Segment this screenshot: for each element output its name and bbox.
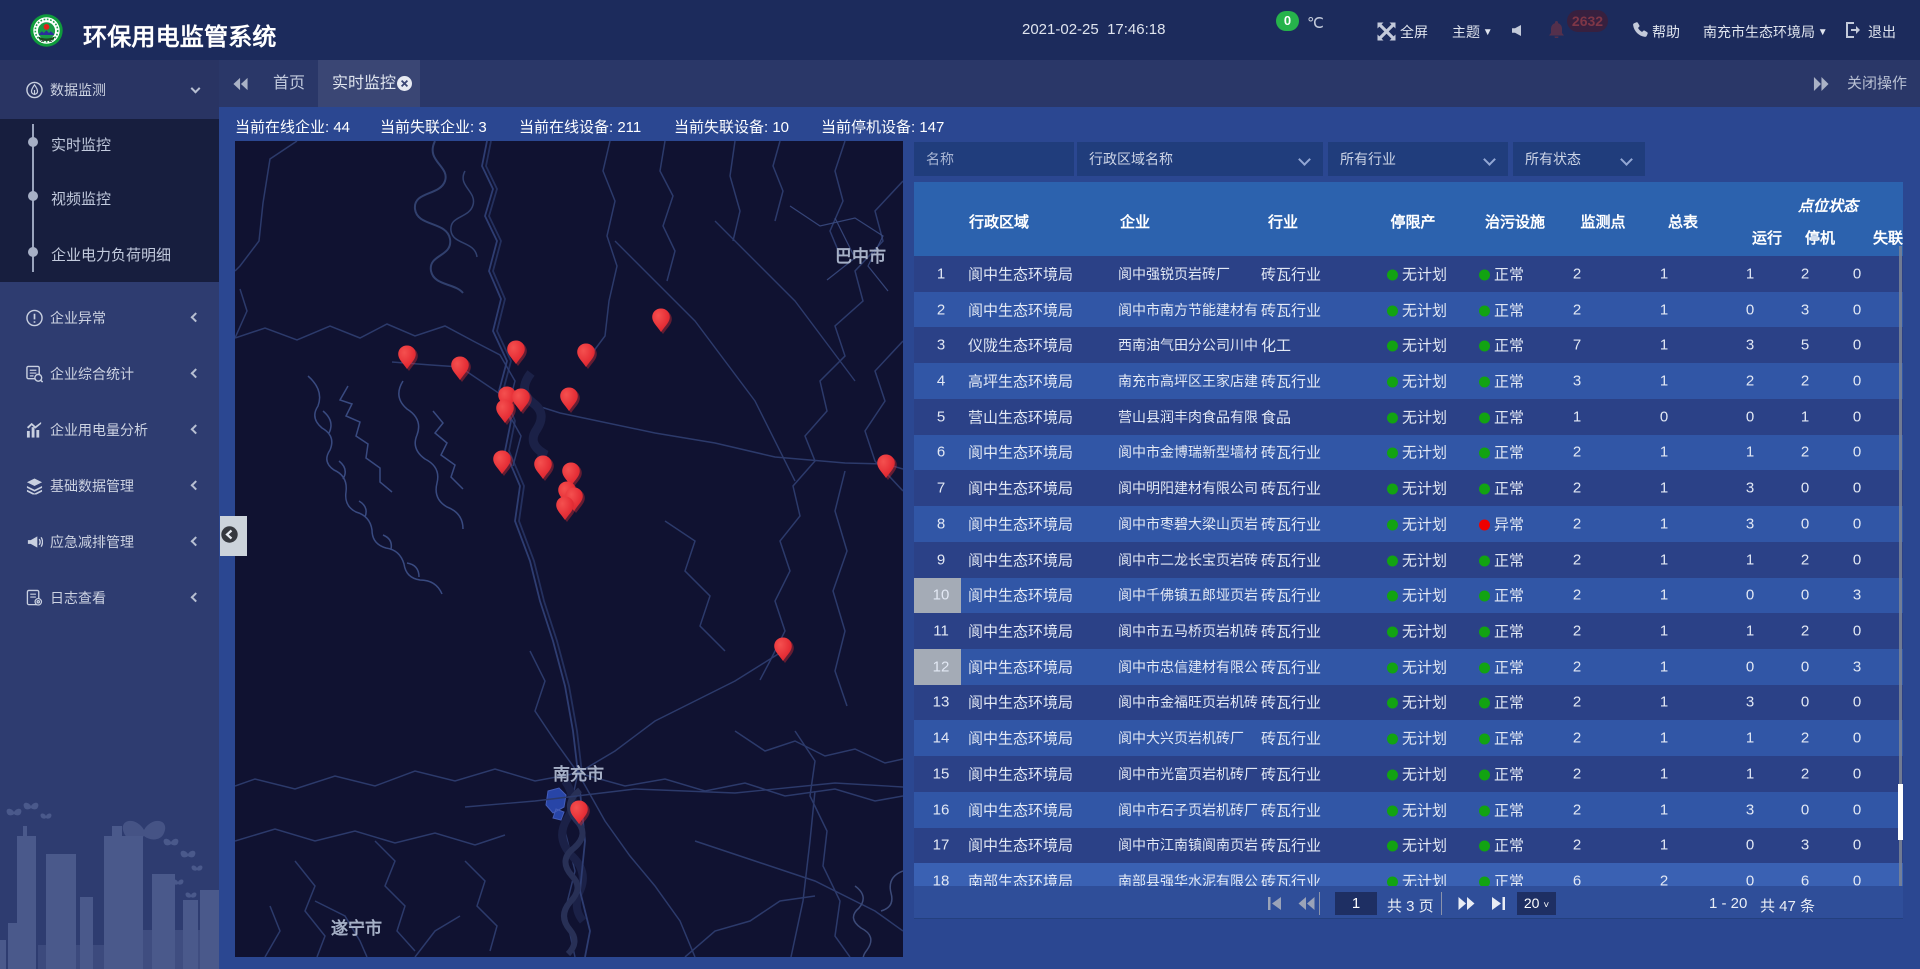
svg-text:遂宁市: 遂宁市 (331, 918, 382, 938)
